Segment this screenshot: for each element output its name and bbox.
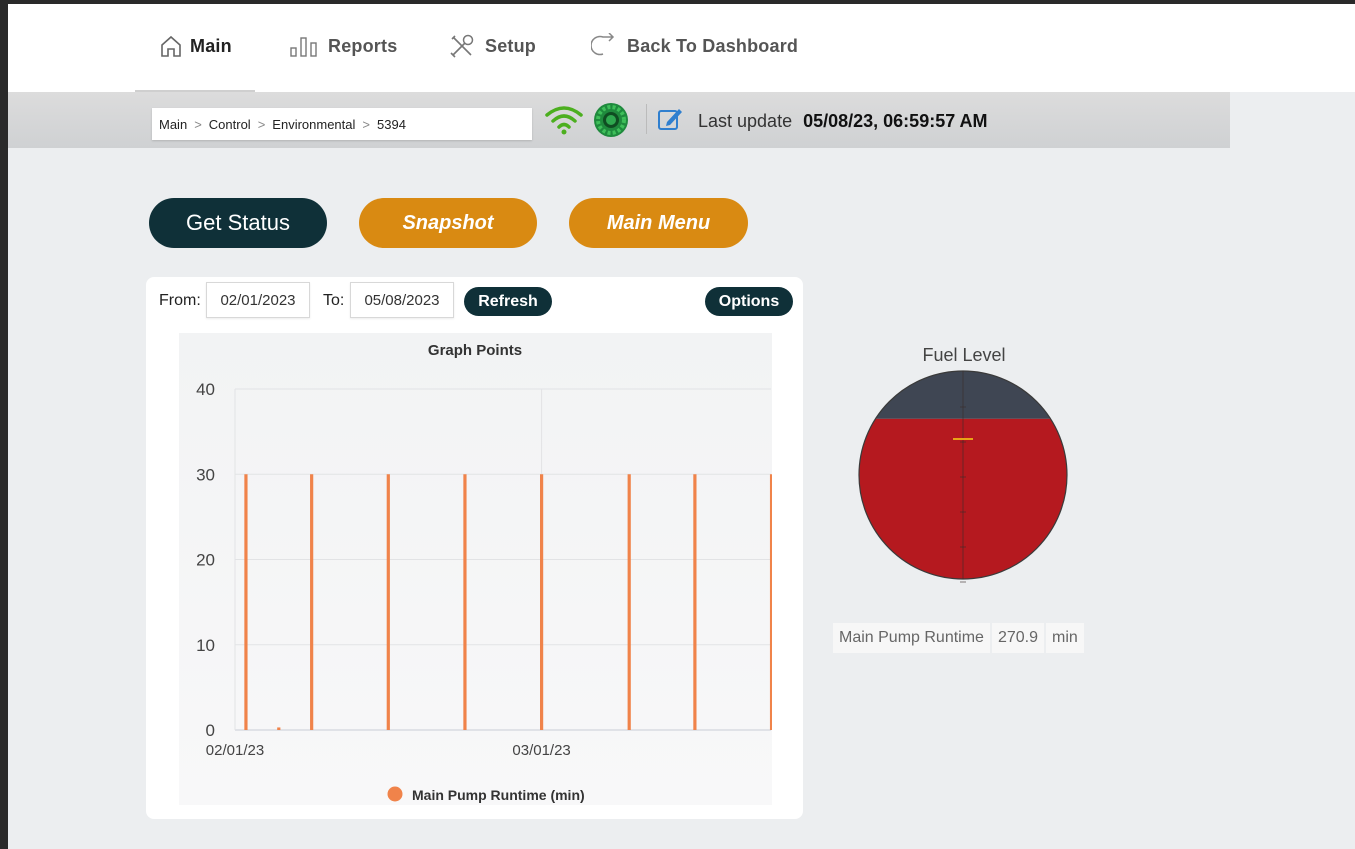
chart-bar xyxy=(627,474,631,730)
breadcrumb: Main > Control > Environmental > 5394 xyxy=(152,108,532,140)
nav-main-label: Main xyxy=(190,35,232,56)
runtime-chart: Graph Points 01020304002/01/2303/01/2304… xyxy=(179,333,772,805)
chart-bar xyxy=(386,474,390,730)
y-tick-label: 20 xyxy=(196,551,215,570)
y-tick-label: 30 xyxy=(196,465,215,484)
chart-bar xyxy=(769,474,772,730)
from-label: From: xyxy=(159,292,201,309)
nav-back-label: Back To Dashboard xyxy=(627,35,799,56)
chart-bar xyxy=(540,474,544,730)
chart-bar xyxy=(277,727,281,730)
chart-bar xyxy=(244,474,248,730)
main-menu-button[interactable]: Main Menu xyxy=(569,198,748,248)
chevron-right-icon: > xyxy=(257,116,266,132)
main-pump-runtime: Main Pump Runtime 270.9 min xyxy=(833,623,1086,653)
nav-main[interactable]: Main xyxy=(160,32,232,60)
legend-label: Main Pump Runtime (min) xyxy=(412,787,585,803)
to-label: To: xyxy=(323,292,345,309)
back-arrow-icon xyxy=(591,33,615,56)
get-status-button[interactable]: Get Status xyxy=(149,198,327,248)
to-date-input[interactable]: 05/08/2023 xyxy=(350,282,454,318)
divider xyxy=(646,104,647,134)
fuel-level-title: Fuel Level xyxy=(922,345,1006,365)
refresh-button[interactable]: Refresh xyxy=(464,287,552,316)
y-tick-label: 10 xyxy=(196,636,215,655)
fuel-level-gauge xyxy=(858,370,1068,583)
x-tick-label: 02/01/23 xyxy=(206,742,264,759)
from-date-input[interactable]: 02/01/2023 xyxy=(206,282,310,318)
y-tick-label: 40 xyxy=(196,380,215,399)
y-tick-label: 0 xyxy=(206,721,215,740)
home-icon xyxy=(161,35,181,57)
runtime-label: Main Pump Runtime xyxy=(833,623,990,653)
nav-setup[interactable]: Setup xyxy=(449,32,536,60)
runtime-unit: min xyxy=(1046,623,1084,653)
wifi-icon xyxy=(545,106,583,135)
edit-icon[interactable] xyxy=(657,106,685,132)
last-update-label: Last update xyxy=(698,111,793,131)
chart-bar xyxy=(310,474,314,730)
nav-back-to-dashboard[interactable]: Back To Dashboard xyxy=(591,32,798,60)
chart-title: Graph Points xyxy=(428,342,522,359)
options-button[interactable]: Options xyxy=(705,287,793,316)
breadcrumb-item: 5394 xyxy=(377,116,406,132)
chart-bar xyxy=(693,474,697,730)
bar-chart-icon xyxy=(290,37,317,57)
nav-setup-label: Setup xyxy=(485,35,537,56)
chart-bar xyxy=(463,474,467,730)
nav-reports-label: Reports xyxy=(328,35,398,56)
top-navigation: Main Reports Setup Back To Dashboard xyxy=(8,4,1355,92)
snapshot-button[interactable]: Snapshot xyxy=(359,198,537,248)
nav-reports[interactable]: Reports xyxy=(290,32,397,60)
breadcrumb-item[interactable]: Main xyxy=(159,117,187,132)
chevron-right-icon: > xyxy=(194,116,202,132)
chart-background xyxy=(179,333,772,805)
app-window: Main Reports Setup Back To Dashboard Mai… xyxy=(8,4,1355,849)
breadcrumb-item[interactable]: Control xyxy=(209,117,251,132)
runtime-value: 270.9 xyxy=(991,623,1044,653)
device-status-icon xyxy=(594,103,628,137)
x-tick-label: 03/01/23 xyxy=(512,742,570,759)
last-update-value: 05/08/23, 06:59:57 AM xyxy=(803,111,988,131)
tools-icon xyxy=(450,34,474,58)
last-update: Last update 05/08/23, 06:59:57 AM xyxy=(698,111,988,132)
chevron-right-icon: > xyxy=(362,116,370,132)
breadcrumb-item[interactable]: Environmental xyxy=(272,117,355,132)
legend-marker xyxy=(387,786,403,802)
